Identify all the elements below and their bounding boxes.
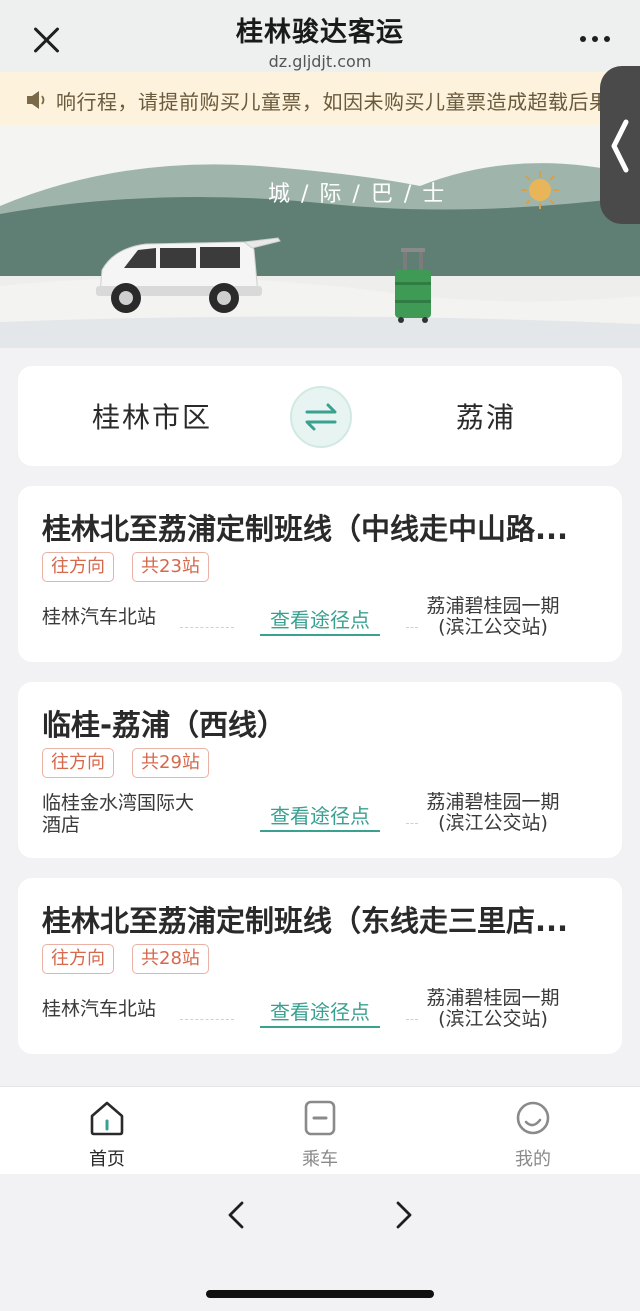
end-station-note: (滨江公交站) bbox=[438, 1008, 548, 1030]
tab-mine-label: 我的 bbox=[515, 1149, 551, 1170]
route-selector: 桂林市区 荔浦 bbox=[18, 366, 622, 466]
route-dash-line bbox=[180, 627, 234, 628]
line-card[interactable]: 桂林北至荔浦定制班线（中线走中山路... 往方向 共23站 桂林汽车北站 查看途… bbox=[18, 486, 622, 662]
swap-route-button[interactable] bbox=[290, 386, 352, 448]
end-station-name: 荔浦碧桂园一期 bbox=[426, 595, 560, 617]
direction-tag: 往方向 bbox=[42, 552, 114, 582]
end-station-note: (滨江公交站) bbox=[438, 616, 548, 638]
station-count-tag: 共23站 bbox=[132, 552, 209, 582]
tab-ride-label: 乘车 bbox=[302, 1149, 338, 1170]
end-station: 荔浦碧桂园一期 (滨江公交站) bbox=[418, 596, 568, 638]
home-indicator[interactable] bbox=[206, 1290, 434, 1298]
banner-title: 城/际/巴/士 bbox=[268, 182, 456, 207]
tab-home-label: 首页 bbox=[89, 1149, 125, 1170]
end-station: 荔浦碧桂园一期 (滨江公交站) bbox=[418, 792, 568, 834]
browser-toolbar bbox=[0, 1174, 640, 1311]
line-title: 临桂-荔浦（西线） bbox=[42, 708, 287, 742]
end-station-name: 荔浦碧桂园一期 bbox=[426, 987, 560, 1009]
home-icon bbox=[90, 1101, 124, 1136]
direction-tag: 往方向 bbox=[42, 748, 114, 778]
tab-ride[interactable]: 乘车 bbox=[270, 1099, 370, 1171]
view-stops-button[interactable]: 查看途径点 bbox=[260, 604, 380, 636]
speaker-icon bbox=[27, 91, 45, 109]
notice-text: 响行程，请提前购买儿童票，如因未购买儿童票造成超载后果 bbox=[56, 90, 610, 114]
line-title: 桂林北至荔浦定制班线（东线走三里店... bbox=[42, 904, 569, 938]
tab-mine[interactable]: 我的 bbox=[483, 1099, 583, 1171]
direction-tag: 往方向 bbox=[42, 944, 114, 974]
forward-arrow-icon[interactable] bbox=[388, 1200, 418, 1230]
more-dot bbox=[580, 36, 586, 42]
more-dot bbox=[592, 36, 598, 42]
back-arrow-icon[interactable] bbox=[222, 1200, 252, 1230]
bottom-tab-bar: 首页 乘车 我的 bbox=[0, 1086, 640, 1174]
top-navigation-bar: 桂林骏达客运 dz.gljdjt.com bbox=[0, 0, 640, 72]
line-card[interactable]: 临桂-荔浦（西线） 往方向 共29站 临桂金水湾国际大酒店 查看途径点 荔浦碧桂… bbox=[18, 682, 622, 858]
tab-home[interactable]: 首页 bbox=[57, 1099, 157, 1171]
more-dot bbox=[604, 36, 610, 42]
title-area: 桂林骏达客运 dz.gljdjt.com bbox=[0, 10, 640, 71]
route-dash-line bbox=[180, 1019, 234, 1020]
line-title: 桂林北至荔浦定制班线（中线走中山路... bbox=[42, 512, 569, 546]
start-station: 临桂金水湾国际大酒店 bbox=[42, 792, 195, 836]
more-options-icon[interactable] bbox=[578, 28, 612, 48]
station-count-tag: 共28站 bbox=[132, 944, 209, 974]
profile-icon bbox=[516, 1101, 550, 1135]
page-title: 桂林骏达客运 bbox=[236, 17, 404, 48]
van-illustration bbox=[96, 237, 281, 313]
suitcase-illustration bbox=[395, 248, 431, 323]
banner: 城/际/巴/士 bbox=[0, 126, 640, 348]
chevron-left-icon bbox=[611, 119, 629, 173]
side-collapse-tab[interactable] bbox=[600, 66, 640, 224]
route-dash-line bbox=[406, 627, 418, 628]
sun-icon bbox=[521, 171, 559, 209]
route-dash-line bbox=[406, 823, 418, 824]
route-dash-line bbox=[406, 1019, 418, 1020]
start-station: 桂林汽车北站 bbox=[42, 998, 157, 1020]
end-station: 荔浦碧桂园一期 (滨江公交站) bbox=[418, 988, 568, 1030]
view-stops-button[interactable]: 查看途径点 bbox=[260, 800, 380, 832]
station-count-tag: 共29站 bbox=[132, 748, 209, 778]
end-station-name: 荔浦碧桂园一期 bbox=[426, 791, 560, 813]
ride-icon bbox=[304, 1100, 336, 1136]
end-station-note: (滨江公交站) bbox=[438, 812, 548, 834]
departure-city[interactable]: 桂林市区 bbox=[92, 396, 212, 436]
swap-icon bbox=[305, 403, 337, 431]
view-stops-button[interactable]: 查看途径点 bbox=[260, 996, 380, 1028]
page-url: dz.gljdjt.com bbox=[268, 52, 372, 71]
line-card[interactable]: 桂林北至荔浦定制班线（东线走三里店... 往方向 共28站 桂林汽车北站 查看途… bbox=[18, 878, 622, 1054]
notice-bar: 响行程，请提前购买儿童票，如因未购买儿童票造成超载后果 bbox=[0, 72, 640, 126]
destination-city[interactable]: 荔浦 bbox=[456, 396, 516, 436]
start-station: 桂林汽车北站 bbox=[42, 606, 157, 628]
